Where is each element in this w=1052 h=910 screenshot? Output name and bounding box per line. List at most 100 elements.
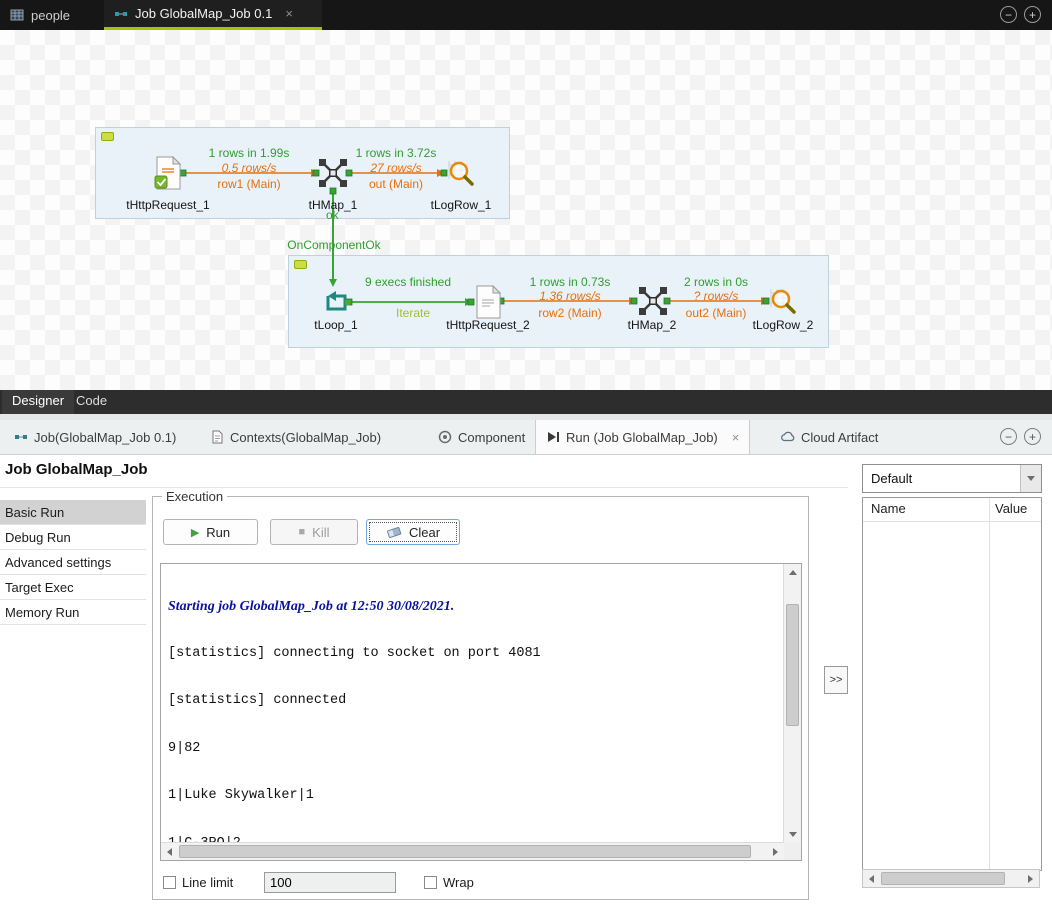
context-variables-table: Name Value (862, 497, 1042, 871)
trigger-ok-label: ok (326, 208, 339, 222)
tab-cloud-artifact[interactable]: Cloud Artifact (770, 420, 888, 454)
tab-designer[interactable]: Designer (2, 390, 74, 417)
link-rate: 0.5 rows/s (222, 161, 277, 175)
context-dropdown[interactable]: Default (862, 464, 1042, 493)
view-switch-bar: Designer Code (0, 390, 1052, 414)
line-limit-label: Line limit (182, 875, 233, 890)
contexts-icon (210, 430, 224, 444)
scrollbar-thumb[interactable] (786, 604, 799, 726)
tab-component[interactable]: Component (428, 420, 535, 454)
link-label[interactable]: row2 (Main) (538, 306, 601, 320)
sidebar-item-debug-run[interactable]: Debug Run (0, 525, 146, 550)
tab-code[interactable]: Code (66, 390, 117, 414)
minimize-panel-button[interactable]: − (1000, 428, 1017, 445)
scroll-right-arrow[interactable] (1022, 870, 1039, 887)
console-line: [statistics] connected (168, 693, 781, 709)
scroll-left-arrow[interactable] (161, 843, 178, 860)
component-label[interactable]: tHMap_2 (628, 318, 677, 332)
tab-people[interactable]: people (0, 0, 102, 30)
tab-job-globalmap[interactable]: Job GlobalMap_Job 0.1 × (104, 0, 322, 30)
kill-button[interactable]: ■ Kill (270, 519, 358, 545)
component-tlogrow-2[interactable] (769, 287, 797, 320)
column-separator (989, 498, 990, 870)
link-rate: 1.36 rows/s (539, 289, 600, 303)
divider (0, 487, 848, 488)
scrollbar-thumb[interactable] (881, 872, 1005, 885)
thmap-icon (317, 157, 349, 189)
thttprequest-icon (154, 156, 182, 190)
minimize-view-button[interactable]: − (1000, 6, 1017, 23)
column-header-name: Name (871, 501, 906, 516)
tab-run[interactable]: Run (Job GlobalMap_Job) × (535, 420, 750, 454)
execution-legend: Execution (162, 489, 227, 504)
chevron-down-icon[interactable] (1020, 465, 1041, 492)
scrollbar-corner (784, 843, 801, 860)
link-stats: 2 rows in 0s (684, 275, 748, 289)
console-line: 1|Luke Skywalker|1 (168, 788, 781, 804)
thttprequest-icon (474, 285, 502, 319)
panel-tabbar: Job(GlobalMap_Job 0.1) Contexts(GlobalMa… (0, 420, 1052, 455)
trigger-label[interactable]: OnComponentOk (287, 238, 380, 252)
sidebar-item-target-exec[interactable]: Target Exec (0, 575, 146, 600)
table-icon (10, 8, 24, 22)
play-icon: ▶ (191, 526, 199, 539)
link-rate: ? rows/s (694, 289, 739, 303)
component-thmap-1[interactable] (317, 157, 349, 194)
sidebar-item-advanced-settings[interactable]: Advanced settings (0, 550, 146, 575)
scroll-up-arrow[interactable] (784, 564, 801, 581)
console-line: 9|82 (168, 741, 781, 757)
scroll-down-arrow[interactable] (784, 826, 801, 843)
console-line: [statistics] connecting to socket on por… (168, 646, 781, 662)
expand-context-panel-button[interactable]: >> (824, 666, 848, 694)
component-thmap-2[interactable] (637, 285, 669, 322)
job-icon (114, 7, 128, 21)
component-label[interactable]: tLoop_1 (314, 318, 357, 332)
subjob-collapse-toggle[interactable] (101, 132, 114, 141)
context-panel-horizontal-scrollbar[interactable] (862, 869, 1040, 888)
tab-contexts[interactable]: Contexts(GlobalMap_Job) (200, 420, 391, 454)
scrollbar-thumb[interactable] (179, 845, 751, 858)
component-tlogrow-1[interactable] (447, 159, 475, 192)
link-label[interactable]: out2 (Main) (686, 306, 747, 320)
maximize-view-button[interactable]: + (1024, 6, 1041, 23)
divider (863, 521, 1041, 522)
link-stats: 1 rows in 3.72s (356, 146, 437, 160)
job-design-canvas[interactable]: 1 rows in 1.99s 0.5 rows/s row1 (Main) 1… (0, 30, 1052, 390)
link-stats: 9 execs finished (365, 275, 451, 289)
tab-label: Job GlobalMap_Job 0.1 (135, 6, 272, 21)
clear-button[interactable]: Clear (366, 519, 460, 545)
scroll-right-arrow[interactable] (767, 843, 784, 860)
component-label[interactable]: tLogRow_2 (753, 318, 814, 332)
close-icon[interactable]: × (285, 6, 293, 21)
link-label[interactable]: row1 (Main) (217, 177, 280, 191)
component-label[interactable]: tHttpRequest_1 (126, 198, 209, 212)
stop-icon: ■ (299, 526, 306, 538)
thmap-icon (637, 285, 669, 317)
maximize-panel-button[interactable]: + (1024, 428, 1041, 445)
console-text: Starting job GlobalMap_Job at 12:50 30/0… (168, 567, 781, 842)
component-thttprequest-1[interactable] (154, 156, 182, 195)
sidebar-item-memory-run[interactable]: Memory Run (0, 600, 146, 625)
run-button[interactable]: ▶ Run (163, 519, 258, 545)
job-icon (14, 430, 28, 444)
console-output[interactable]: Starting job GlobalMap_Job at 12:50 30/0… (160, 563, 802, 861)
component-label[interactable]: tLogRow_1 (431, 198, 492, 212)
run-view-icon (546, 430, 560, 444)
component-label[interactable]: tHttpRequest_2 (446, 318, 529, 332)
link-label[interactable]: Iterate (396, 306, 430, 320)
component-tloop-1[interactable] (322, 287, 350, 320)
line-limit-input[interactable] (264, 872, 396, 893)
console-vertical-scrollbar[interactable] (783, 564, 801, 843)
close-icon[interactable]: × (732, 430, 740, 445)
tab-job[interactable]: Job(GlobalMap_Job 0.1) (4, 420, 186, 454)
column-header-value: Value (995, 501, 1027, 516)
link-label[interactable]: out (Main) (369, 177, 423, 191)
console-horizontal-scrollbar[interactable] (161, 842, 784, 860)
line-limit-checkbox[interactable] (163, 876, 176, 889)
tab-label: people (31, 8, 70, 23)
wrap-checkbox[interactable] (424, 876, 437, 889)
sidebar-item-basic-run[interactable]: Basic Run (0, 500, 146, 525)
scroll-left-arrow[interactable] (863, 870, 880, 887)
talend-studio-window: people Job GlobalMap_Job 0.1 × − + (0, 0, 1052, 910)
subjob-collapse-toggle[interactable] (294, 260, 307, 269)
